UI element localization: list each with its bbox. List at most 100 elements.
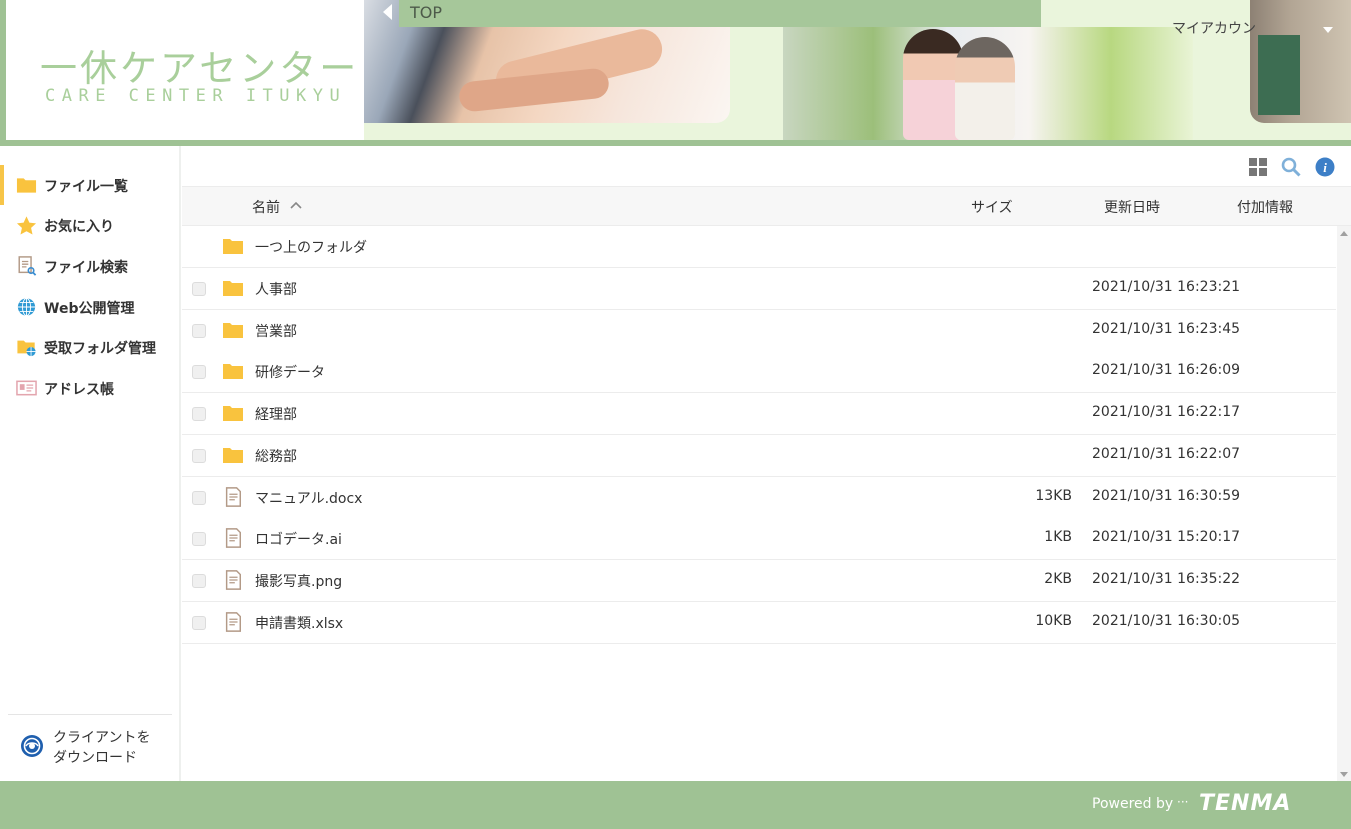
file-updated: 2021/10/31 16:23:45: [1092, 321, 1241, 337]
file-updated: 2021/10/31 16:22:17: [1092, 404, 1241, 420]
row-checkbox[interactable]: [192, 532, 206, 546]
info-icon[interactable]: i: [1315, 157, 1335, 177]
file-name[interactable]: 撮影写真.png: [255, 571, 342, 591]
table-row[interactable]: 申請書類.xlsx 10KB 2021/10/31 16:30:05: [182, 602, 1336, 644]
receive-folder-icon: [17, 340, 36, 357]
powered-by-text: Powered by: [1092, 796, 1174, 812]
scroll-up-icon[interactable]: [1340, 231, 1348, 236]
document-icon: [225, 528, 241, 548]
table-row[interactable]: 人事部 2021/10/31 16:23:21: [182, 268, 1336, 310]
sidebar-item-receive-folder[interactable]: 受取フォルダ管理: [0, 327, 181, 367]
breadcrumb-top[interactable]: TOP: [410, 3, 442, 22]
table-row[interactable]: 営業部 2021/10/31 16:23:45: [182, 310, 1336, 352]
svg-text:i: i: [1323, 160, 1327, 175]
file-name: 一つ上のフォルダ: [255, 240, 367, 256]
sidebar-divider: [8, 714, 172, 715]
document-icon: [225, 570, 241, 590]
row-checkbox[interactable]: [192, 616, 206, 630]
column-header-updated[interactable]: 更新日時: [1104, 197, 1160, 217]
download-client-button[interactable]: クライアントを ダウンロード: [20, 728, 170, 772]
star-icon: [16, 216, 37, 235]
download-client-label: クライアントを ダウンロード: [53, 730, 151, 766]
file-name[interactable]: 総務部: [255, 446, 297, 466]
column-header-name[interactable]: 名前: [252, 197, 280, 217]
row-checkbox[interactable]: [192, 449, 206, 463]
row-checkbox[interactable]: [192, 574, 206, 588]
file-name[interactable]: ロゴデータ.ai: [255, 529, 342, 549]
table-row[interactable]: マニュアル.docx 13KB 2021/10/31 16:30:59: [182, 477, 1336, 519]
file-updated: 2021/10/31 16:30:05: [1092, 613, 1241, 629]
row-checkbox[interactable]: [192, 282, 206, 296]
file-name[interactable]: 研修データ: [255, 362, 325, 382]
header: 一休ケアセンター CARE CENTER ITUKYU TOP マイアカウン: [0, 0, 1351, 146]
logo[interactable]: 一休ケアセンター CARE CENTER ITUKYU: [0, 0, 364, 140]
sidebar-item-label: Web公開管理: [44, 301, 135, 317]
file-name[interactable]: 営業部: [255, 321, 297, 341]
folder-icon: [223, 323, 243, 338]
file-size: 13KB: [1035, 488, 1072, 504]
sidebar-item-label: 受取フォルダ管理: [44, 341, 156, 357]
folder-icon: [223, 281, 243, 296]
file-size: 10KB: [1035, 613, 1072, 629]
header-photo-caregivers: [783, 27, 1193, 140]
download-client-icon: [21, 735, 43, 757]
header-photo-building: [1250, 0, 1351, 123]
address-book-icon: [16, 380, 37, 396]
folder-icon: [223, 364, 243, 379]
account-menu[interactable]: マイアカウン: [1172, 18, 1256, 38]
breadcrumb[interactable]: TOP: [399, 0, 1041, 27]
file-updated: 2021/10/31 16:30:59: [1092, 488, 1241, 504]
file-table-header: 名前 サイズ 更新日時 付加情報: [182, 186, 1351, 226]
row-checkbox[interactable]: [192, 407, 206, 421]
parent-folder-row[interactable]: 一つ上のフォルダ: [182, 226, 1336, 268]
footer: Powered by ··· TENMA: [0, 781, 1351, 829]
table-row[interactable]: 経理部 2021/10/31 16:22:17: [182, 393, 1336, 435]
row-checkbox[interactable]: [192, 491, 206, 505]
toolbar: i: [182, 146, 1351, 186]
document-icon: [225, 612, 241, 632]
table-row[interactable]: 撮影写真.png 2KB 2021/10/31 16:35:22: [182, 560, 1336, 602]
sort-ascending-icon[interactable]: [290, 201, 302, 209]
sidebar-item-file-list[interactable]: ファイル一覧: [0, 165, 181, 205]
logo-title: 一休ケアセンター: [40, 47, 360, 90]
back-arrow-icon[interactable]: [383, 4, 392, 20]
row-checkbox[interactable]: [192, 324, 206, 338]
sidebar-item-favorites[interactable]: お気に入り: [0, 205, 181, 245]
file-name[interactable]: 申請書類.xlsx: [255, 613, 343, 633]
sidebar-item-web-publish[interactable]: Web公開管理: [0, 287, 181, 327]
file-updated: 2021/10/31 16:23:21: [1092, 279, 1241, 295]
table-row[interactable]: 研修データ 2021/10/31 16:26:09: [182, 351, 1336, 393]
column-header-extra[interactable]: 付加情報: [1237, 197, 1293, 217]
scroll-down-icon[interactable]: [1340, 772, 1348, 777]
sidebar-item-label: ファイル検索: [44, 260, 128, 276]
table-row[interactable]: 総務部 2021/10/31 16:22:07: [182, 435, 1336, 477]
sidebar-item-address-book[interactable]: アドレス帳: [0, 368, 181, 408]
grid-view-icon[interactable]: [1248, 157, 1268, 177]
table-row[interactable]: ロゴデータ.ai 1KB 2021/10/31 15:20:17: [182, 518, 1336, 560]
row-checkbox[interactable]: [192, 365, 206, 379]
powered-by-dots: ···: [1177, 795, 1189, 809]
folder-icon: [223, 406, 243, 421]
file-updated: 2021/10/31 16:35:22: [1092, 571, 1241, 587]
sidebar: ファイル一覧 お気に入り ファイル検索 Web公開管理 受取フォルダ管理 アドレ…: [0, 146, 181, 781]
folder-icon: [223, 448, 243, 463]
chevron-down-icon[interactable]: [1323, 27, 1333, 33]
column-header-size[interactable]: サイズ: [971, 197, 1013, 217]
sidebar-item-file-search[interactable]: ファイル検索: [0, 246, 181, 286]
file-updated: 2021/10/31 16:22:07: [1092, 446, 1241, 462]
vertical-scrollbar[interactable]: [1337, 226, 1351, 781]
file-updated: 2021/10/31 15:20:17: [1092, 529, 1241, 545]
folder-icon: [16, 178, 37, 193]
folder-icon: [223, 239, 243, 254]
file-name[interactable]: 人事部: [255, 279, 297, 299]
sidebar-item-label: お気に入り: [44, 219, 114, 235]
sidebar-item-label: アドレス帳: [44, 382, 114, 398]
file-updated: 2021/10/31 16:26:09: [1092, 362, 1241, 378]
file-name[interactable]: マニュアル.docx: [255, 488, 362, 508]
search-icon[interactable]: [1281, 157, 1301, 177]
document-icon: [225, 487, 241, 507]
brand-logo[interactable]: TENMA: [1199, 791, 1291, 816]
file-search-icon: [18, 256, 37, 276]
file-name[interactable]: 経理部: [255, 404, 297, 424]
file-size: 1KB: [1044, 529, 1072, 545]
